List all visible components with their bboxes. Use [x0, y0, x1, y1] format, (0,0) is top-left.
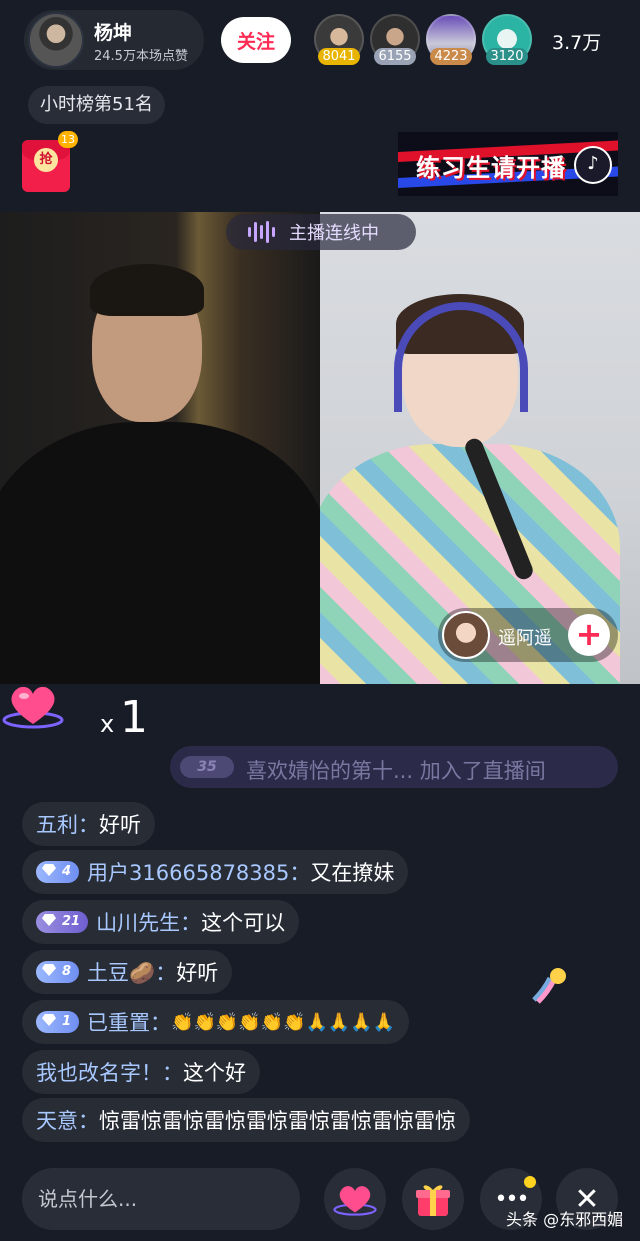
comment-user[interactable]: 山川先生	[96, 907, 180, 937]
comment-input[interactable]: 说点什么...	[22, 1168, 300, 1230]
host-avatar[interactable]	[28, 12, 84, 68]
host-name: 杨坤	[94, 22, 133, 44]
guest-follow-button[interactable]: +	[568, 614, 610, 656]
comment-row[interactable]: 8 土豆🥔：好听	[22, 950, 233, 994]
diamond-icon	[42, 914, 56, 926]
like-button[interactable]	[324, 1168, 386, 1230]
comment-text: 好听	[176, 961, 219, 985]
level-badge: 21	[36, 911, 89, 933]
comment-text: 👏👏👏👏👏👏🙏🙏🙏🙏	[171, 1011, 396, 1033]
gift-icon	[416, 1185, 450, 1216]
comment-user[interactable]: 天意	[36, 1105, 78, 1135]
join-level: 35	[197, 759, 217, 775]
comment-sep: ：	[180, 911, 202, 935]
comment-row[interactable]: 4 用户316665878385：又在撩妹	[22, 850, 409, 894]
comment-user[interactable]: 用户316665878385	[87, 857, 289, 887]
host-likes: 24.5万本场点赞	[94, 49, 188, 64]
comment-row[interactable]: 1 已重置： 👏👏👏👏👏👏🙏🙏🙏🙏	[22, 1000, 410, 1044]
comment-text: 这个可以	[201, 911, 286, 935]
comment-row[interactable]: 五利：好听	[22, 802, 155, 846]
comment-sep: ：	[162, 1061, 183, 1085]
host-video[interactable]	[0, 212, 320, 684]
comment-sep: ：	[150, 1011, 172, 1035]
comment-text: 惊雷惊雷惊雷惊雷惊雷惊雷惊雷惊雷惊	[99, 1109, 456, 1133]
level-badge: 4	[36, 861, 80, 883]
link-status-pill: 主播连线中	[226, 214, 416, 250]
comment-row[interactable]: 21 山川先生：这个可以	[22, 900, 300, 944]
promo-banner-text: 练习生请开播	[416, 154, 566, 182]
like-combo-x: x	[100, 710, 115, 738]
like-combo-count: 1	[120, 692, 148, 743]
heart-icon	[333, 1186, 377, 1216]
heart-icon	[2, 686, 64, 729]
comment-text: 好听	[99, 813, 141, 837]
comment-row[interactable]: 我也改名字！：这个好	[22, 1050, 260, 1094]
level-number: 4	[62, 864, 72, 879]
comment-row[interactable]: 天意：惊雷惊雷惊雷惊雷惊雷惊雷惊雷惊雷惊	[22, 1098, 470, 1142]
diamond-icon	[42, 1014, 56, 1026]
top-viewer-count-1: 8041	[318, 48, 360, 65]
follow-button[interactable]: 关注	[221, 17, 291, 63]
hourly-rank[interactable]: 小时榜第51名	[28, 86, 165, 124]
comment-sep: ：	[78, 813, 99, 837]
join-level-badge: 35	[180, 756, 234, 778]
level-badge: 8	[36, 961, 80, 983]
comment-sep: ：	[155, 961, 177, 985]
viewer-count[interactable]: 3.7万	[552, 28, 601, 55]
level-number: 1	[62, 1014, 72, 1029]
comment-sep: ：	[289, 861, 311, 885]
red-packet-label: 抢	[34, 148, 58, 172]
diamond-icon	[42, 864, 56, 876]
comment-user[interactable]: 土豆🥔	[87, 957, 155, 987]
red-packet-badge: 13	[58, 131, 78, 148]
join-text: 喜欢婧怡的第十... 加入了直播间	[246, 759, 546, 783]
comment-user[interactable]: 五利	[36, 809, 78, 839]
top-viewer-count-3: 4223	[430, 48, 472, 65]
notification-dot	[524, 1176, 536, 1188]
comment-sep: ：	[78, 1109, 99, 1133]
link-status-text: 主播连线中	[289, 223, 379, 244]
watermark: 头条 @东邪西媚	[506, 1210, 624, 1229]
guest-name: 遥阿遥	[498, 628, 552, 649]
level-number: 8	[62, 964, 72, 979]
diamond-icon	[42, 964, 56, 976]
level-badge: 1	[36, 1011, 80, 1033]
top-viewer-count-4: 3120	[486, 48, 528, 65]
comment-text: 这个好	[183, 1061, 246, 1085]
red-packet-icon[interactable]: 抢	[22, 140, 70, 192]
guest-avatar[interactable]	[442, 611, 490, 659]
promo-banner[interactable]: 练习生请开播 ♪	[398, 132, 618, 196]
douyin-logo-icon: ♪	[574, 146, 612, 184]
gift-button[interactable]	[402, 1168, 464, 1230]
level-number: 21	[62, 914, 81, 929]
comment-text: 又在撩妹	[310, 861, 395, 885]
comment-user[interactable]: 我也改名字！	[36, 1057, 162, 1087]
top-viewer-count-2: 6155	[374, 48, 416, 65]
sound-wave-icon	[248, 221, 275, 243]
rainbow-sparkle-icon	[532, 968, 566, 1004]
comment-user[interactable]: 已重置	[87, 1007, 150, 1037]
